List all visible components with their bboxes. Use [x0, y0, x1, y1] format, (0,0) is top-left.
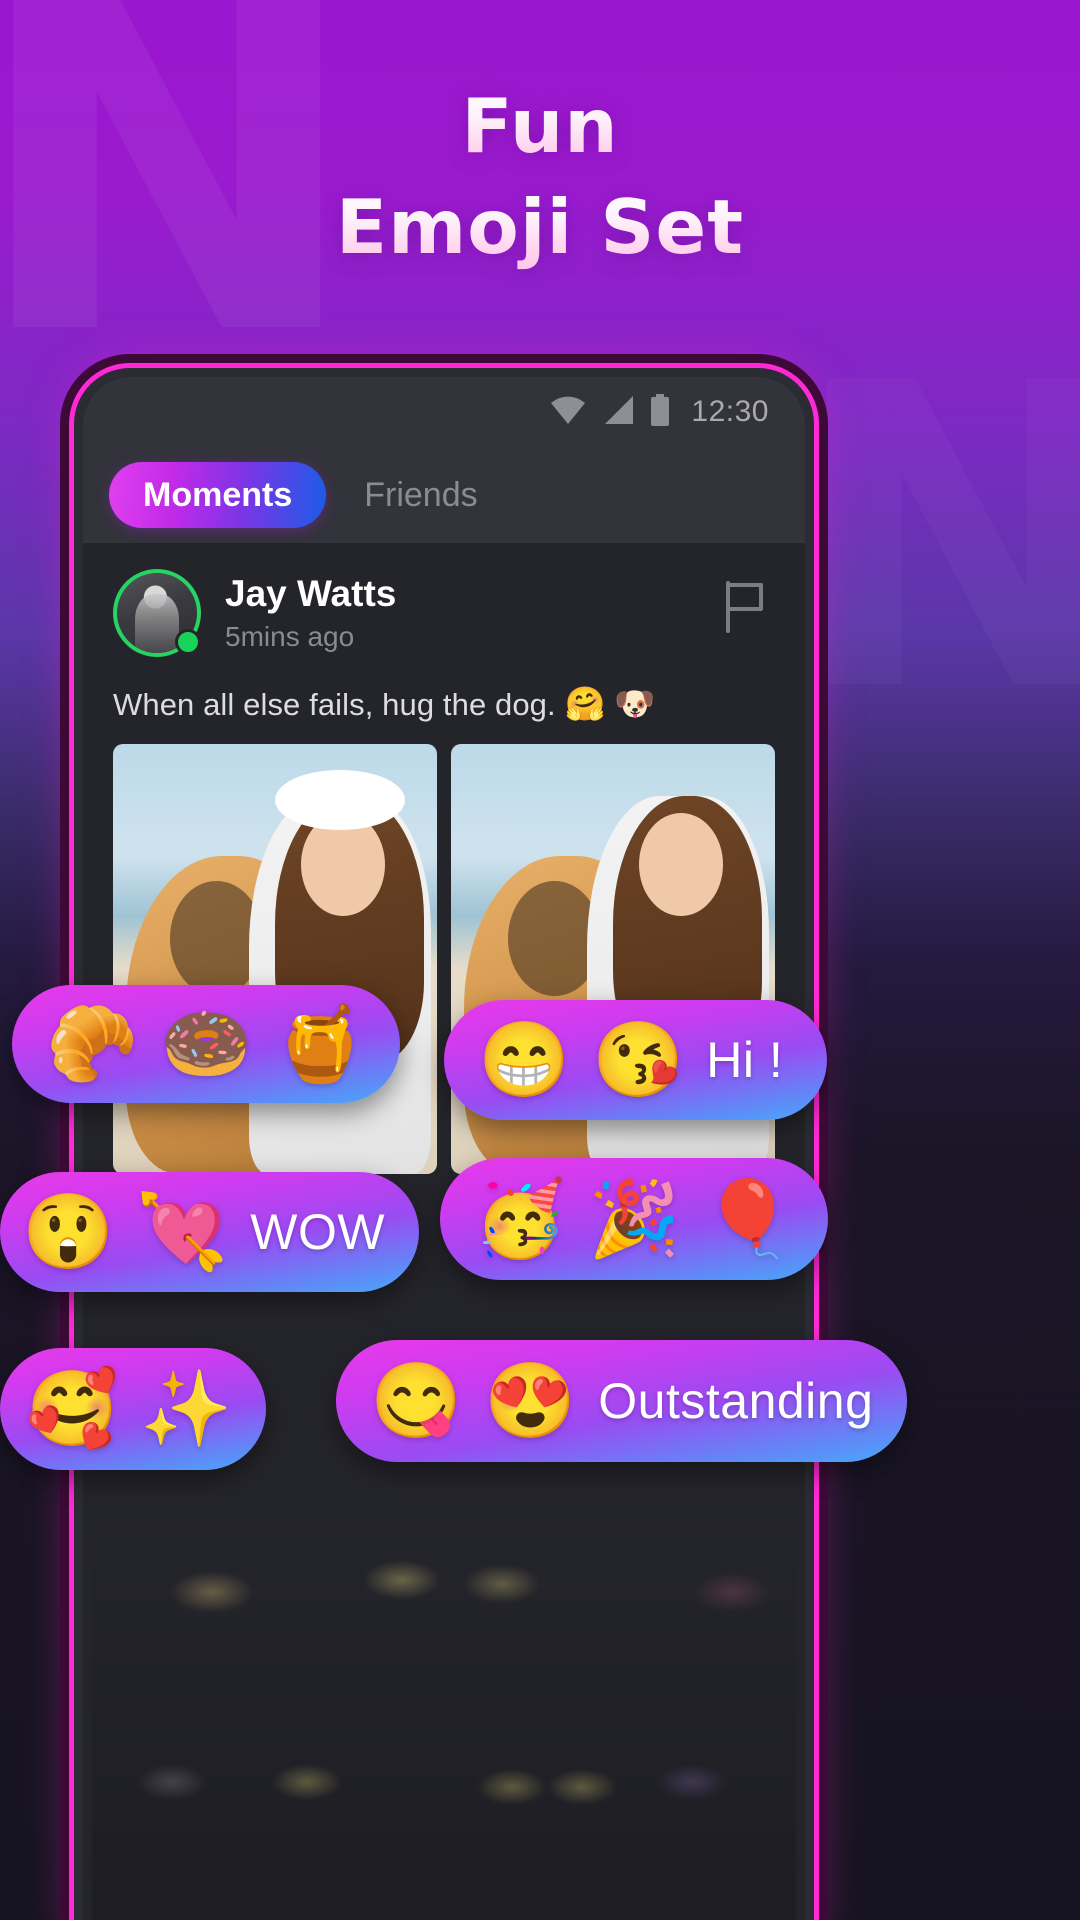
sticker-bubble-outstanding[interactable]: 😋 😍 Outstanding — [336, 1340, 908, 1462]
sticker-label-outstanding: Outstanding — [598, 1373, 874, 1429]
page-title: Fun Emoji Set — [0, 76, 1080, 278]
sticker-bubble-love[interactable]: 🥰 ✨ — [0, 1348, 267, 1470]
phone-screen: 12:30 Moments Friends Jay Watts 5mins ag… — [83, 377, 805, 1920]
hero-background: N N Fun Emoji Set 12: — [0, 0, 1080, 1920]
heart-with-arrow-icon: 💘 — [136, 1190, 229, 1273]
kissing-wink-face-icon: 😘 — [592, 1018, 685, 1101]
smiling-face-with-hearts-icon: 🥰 — [26, 1367, 119, 1450]
status-bar: 12:30 — [83, 377, 805, 447]
tab-bar: Moments Friends — [83, 447, 805, 543]
photo-person-hat — [275, 769, 405, 830]
sticker-bubble-wow[interactable]: 😲 💘 WOW — [0, 1172, 420, 1292]
dog-face-icon: 🐶 — [614, 685, 656, 722]
balloon-icon: 🎈 — [702, 1177, 795, 1260]
post-author-name: Jay Watts — [225, 573, 397, 615]
croissant-icon: 🥐 — [46, 1002, 139, 1085]
post-text: When all else fails, hug the dog. 🤗 🐶 — [83, 663, 805, 744]
sticker-label-wow: WOW — [250, 1204, 386, 1260]
tab-friends[interactable]: Friends — [336, 462, 505, 528]
avatar[interactable] — [113, 569, 201, 657]
blurred-keyboard-area — [92, 1532, 796, 1920]
post-timestamp: 5mins ago — [225, 620, 355, 652]
post-meta: Jay Watts 5mins ago — [225, 573, 396, 653]
hugging-face-icon: 🤗 — [564, 685, 606, 722]
phone-mockup: 12:30 Moments Friends Jay Watts 5mins ag… — [74, 368, 814, 1920]
smiling-face-with-hearteyes-icon: 😍 — [484, 1359, 577, 1442]
battery-icon — [649, 393, 671, 431]
post-text-body: When all else fails, hug the dog. — [113, 687, 556, 722]
doughnut-icon: 🍩 — [160, 1002, 253, 1085]
sparkles-icon: ✨ — [140, 1367, 233, 1450]
grinning-face-icon: 😁 — [478, 1018, 571, 1101]
honey-pot-icon: 🍯 — [274, 1002, 367, 1085]
partying-face-icon: 🥳 — [474, 1177, 567, 1260]
tab-moments[interactable]: Moments — [109, 462, 327, 528]
flag-icon[interactable] — [723, 581, 767, 633]
sticker-label-hi: Hi ! — [706, 1032, 784, 1088]
sticker-bubble-party[interactable]: 🥳 🎉 🎈 — [440, 1158, 829, 1280]
page-title-line-1: Fun — [0, 76, 1080, 177]
signal-icon — [601, 395, 635, 430]
party-popper-icon: 🎉 — [588, 1177, 681, 1260]
astonished-face-icon: 😲 — [22, 1190, 115, 1273]
wifi-icon — [549, 395, 587, 430]
post-photo[interactable] — [113, 744, 437, 1174]
photo-person-face — [638, 812, 724, 916]
sticker-bubble-food[interactable]: 🥐 🍩 🍯 — [12, 985, 401, 1103]
face-savoring-food-icon: 😋 — [370, 1359, 463, 1442]
status-bar-clock: 12:30 — [691, 395, 769, 428]
watermark-letter-secondary: N — [788, 330, 1080, 750]
sticker-bubble-hi[interactable]: 😁 😘 Hi ! — [444, 1000, 828, 1120]
page-title-line-2: Emoji Set — [0, 177, 1080, 278]
post-header: Jay Watts 5mins ago — [83, 543, 805, 663]
online-status-dot — [175, 629, 201, 655]
